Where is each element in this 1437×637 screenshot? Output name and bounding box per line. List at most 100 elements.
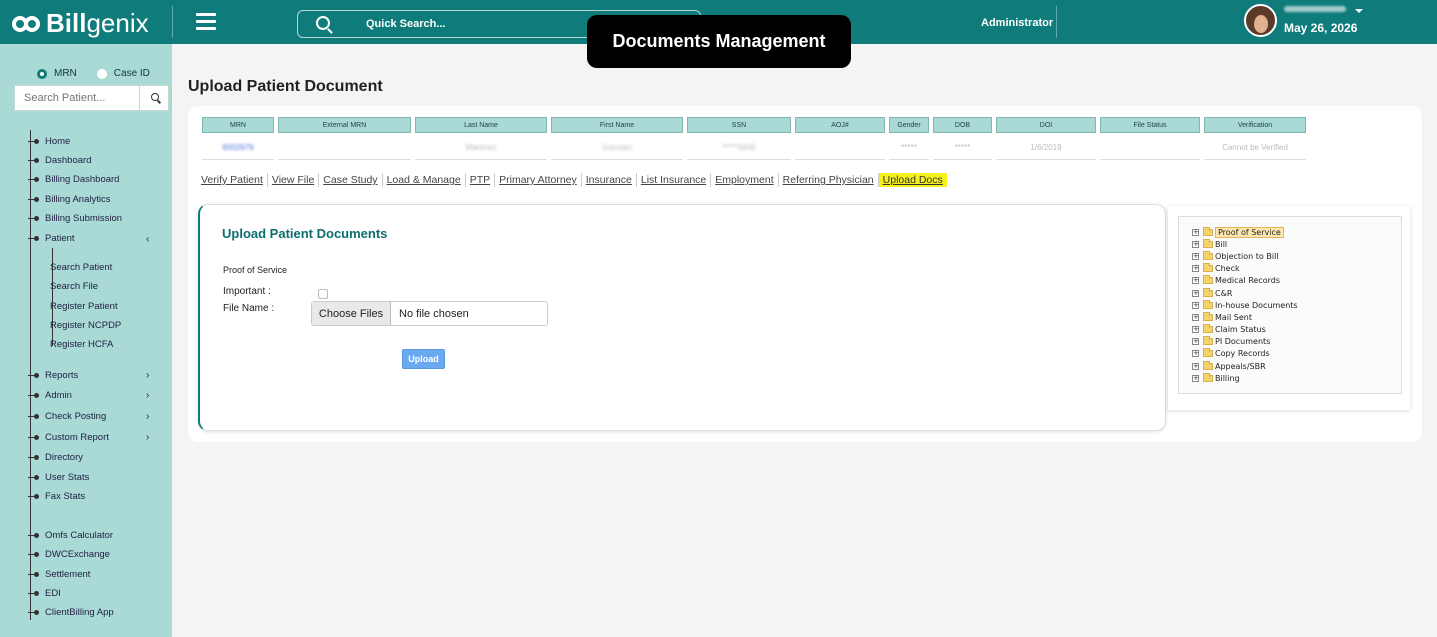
patient-search-input[interactable] bbox=[15, 86, 145, 110]
search-icon[interactable] bbox=[151, 93, 159, 101]
tree-item-claim-status[interactable]: + Claim Status bbox=[1192, 324, 1266, 335]
tab-list-insurance[interactable]: List Insurance bbox=[635, 173, 710, 187]
tree-item-objection-to-bill[interactable]: + Objection to Bill bbox=[1192, 251, 1279, 262]
nav-patient[interactable]: Patient bbox=[28, 233, 75, 244]
folder-icon bbox=[1203, 336, 1213, 345]
file-name-label: File Name : bbox=[223, 303, 275, 314]
important-label: Important : bbox=[223, 286, 271, 297]
chevron-left-icon[interactable]: ‹ bbox=[146, 234, 149, 245]
folder-icon bbox=[1203, 275, 1213, 284]
nav-dwcexchange[interactable]: DWCExchange bbox=[28, 549, 110, 560]
nav-admin[interactable]: Admin bbox=[28, 390, 72, 401]
nav-search-file[interactable]: Search File bbox=[50, 281, 98, 292]
tab-case-study[interactable]: Case Study bbox=[318, 173, 381, 187]
tree-item-appeals-sbr[interactable]: + Appeals/SBR bbox=[1192, 361, 1266, 372]
nav-billing-analytics[interactable]: Billing Analytics bbox=[28, 194, 110, 205]
file-input[interactable]: Choose Files No file chosen bbox=[311, 301, 548, 326]
folder-icon bbox=[1203, 263, 1213, 272]
section-banner: Documents Management bbox=[587, 15, 851, 68]
important-checkbox[interactable] bbox=[318, 289, 328, 299]
expand-icon: + bbox=[1192, 240, 1199, 248]
tree-item-check[interactable]: + Check bbox=[1192, 263, 1240, 274]
expand-icon: + bbox=[1192, 264, 1199, 272]
tree-item-pi-documents[interactable]: + PI Documents bbox=[1192, 336, 1270, 347]
nav-billing-submission[interactable]: Billing Submission bbox=[28, 213, 122, 224]
nav-register-hcfa[interactable]: Register HCFA bbox=[50, 339, 113, 350]
cell-aoj bbox=[795, 140, 885, 154]
chevron-right-icon[interactable]: › bbox=[146, 432, 149, 443]
nav-settlement[interactable]: Settlement bbox=[28, 569, 90, 580]
tab-verify-patient[interactable]: Verify Patient bbox=[201, 173, 267, 187]
tree-item-billing[interactable]: + Billing bbox=[1192, 373, 1240, 384]
expand-icon: + bbox=[1192, 276, 1199, 284]
tree-item-bill[interactable]: + Bill bbox=[1192, 239, 1227, 250]
tree-item-copy-records[interactable]: + Copy Records bbox=[1192, 348, 1270, 359]
tab-load-manage[interactable]: Load & Manage bbox=[381, 173, 465, 187]
nav-edi[interactable]: EDI bbox=[28, 588, 61, 599]
tab-ptp[interactable]: PTP bbox=[464, 173, 494, 187]
user-name-blurred[interactable] bbox=[1284, 6, 1346, 12]
nav-clientbilling-app[interactable]: ClientBilling App bbox=[28, 607, 114, 618]
tree-item-medical-records[interactable]: + Medical Records bbox=[1192, 275, 1280, 286]
nav-search-patient[interactable]: Search Patient bbox=[50, 262, 112, 273]
cell-mrn-link[interactable]: 6002679 bbox=[202, 140, 274, 154]
avatar[interactable] bbox=[1244, 4, 1277, 37]
page-title: Upload Patient Document bbox=[188, 78, 383, 95]
choose-files-button[interactable]: Choose Files bbox=[312, 302, 391, 325]
radio-mrn-label: MRN bbox=[54, 68, 77, 79]
logo-text-light: genix bbox=[86, 8, 149, 38]
file-status-text: No file chosen bbox=[399, 307, 469, 320]
expand-icon: + bbox=[1192, 228, 1199, 236]
expand-icon: + bbox=[1192, 289, 1199, 297]
chevron-right-icon[interactable]: › bbox=[146, 411, 149, 422]
radio-case-id[interactable] bbox=[96, 68, 107, 79]
folder-icon bbox=[1203, 361, 1213, 370]
col-gender: Gender bbox=[889, 117, 929, 133]
tab-upload-docs[interactable]: Upload Docs bbox=[877, 173, 947, 187]
cell-dob: ***** bbox=[954, 142, 971, 152]
chevron-right-icon[interactable]: › bbox=[146, 370, 149, 381]
tree-item-in-house-documents[interactable]: + In-house Documents bbox=[1192, 300, 1298, 311]
tree-item-c-and-r[interactable]: + C&R bbox=[1192, 288, 1232, 299]
expand-icon: + bbox=[1192, 301, 1199, 309]
expand-icon: + bbox=[1192, 362, 1199, 370]
tree-item-proof-of-service[interactable]: + Proof of Service bbox=[1192, 227, 1284, 238]
chevron-right-icon[interactable]: › bbox=[146, 390, 149, 401]
menu-toggle-icon[interactable] bbox=[196, 13, 216, 31]
chevron-down-icon[interactable] bbox=[1355, 9, 1363, 13]
cell-file-status bbox=[1100, 140, 1200, 154]
radio-mrn[interactable] bbox=[37, 68, 47, 79]
tab-view-file[interactable]: View File bbox=[266, 173, 318, 187]
nav-reports[interactable]: Reports bbox=[28, 370, 78, 381]
nav-directory[interactable]: Directory bbox=[28, 452, 83, 463]
col-mrn: MRN bbox=[202, 117, 274, 133]
nav-register-ncpdp[interactable]: Register NCPDP bbox=[50, 320, 121, 331]
folder-icon bbox=[1203, 251, 1213, 260]
upload-card-title: Upload Patient Documents bbox=[222, 226, 388, 241]
nav-omfs-calculator[interactable]: Omfs Calculator bbox=[28, 530, 113, 541]
tab-primary-attorney[interactable]: Primary Attorney bbox=[494, 173, 581, 187]
nav-home[interactable]: Home bbox=[28, 136, 70, 147]
nav-dashboard[interactable]: Dashboard bbox=[28, 155, 91, 166]
nav-billing-dashboard[interactable]: Billing Dashboard bbox=[28, 174, 119, 185]
cell-doi: 1/6/2019 bbox=[1030, 142, 1062, 152]
nav-custom-report[interactable]: Custom Report bbox=[28, 432, 109, 443]
cell-external-mrn bbox=[278, 140, 411, 154]
nav-user-stats[interactable]: User Stats bbox=[28, 472, 89, 483]
tree-item-mail-sent[interactable]: + Mail Sent bbox=[1192, 312, 1252, 323]
tab-employment[interactable]: Employment bbox=[710, 173, 777, 187]
logo[interactable]: Bill genix bbox=[12, 8, 149, 39]
current-date: May 26, 2026 bbox=[1284, 21, 1358, 35]
cell-ssn: *****5845 bbox=[722, 142, 756, 152]
search-icon bbox=[316, 16, 330, 30]
tab-referring-physician[interactable]: Referring Physician bbox=[777, 173, 878, 187]
quick-search-placeholder: Quick Search... bbox=[366, 18, 446, 30]
upload-button[interactable]: Upload bbox=[402, 349, 445, 369]
nav-check-posting[interactable]: Check Posting bbox=[28, 411, 106, 422]
nav-fax-stats[interactable]: Fax Stats bbox=[28, 491, 85, 502]
col-dob: DOB bbox=[933, 117, 992, 133]
folder-icon bbox=[1203, 373, 1213, 382]
col-last-name: Last Name bbox=[415, 117, 547, 133]
nav-register-patient[interactable]: Register Patient bbox=[50, 301, 118, 312]
tab-insurance[interactable]: Insurance bbox=[580, 173, 636, 187]
